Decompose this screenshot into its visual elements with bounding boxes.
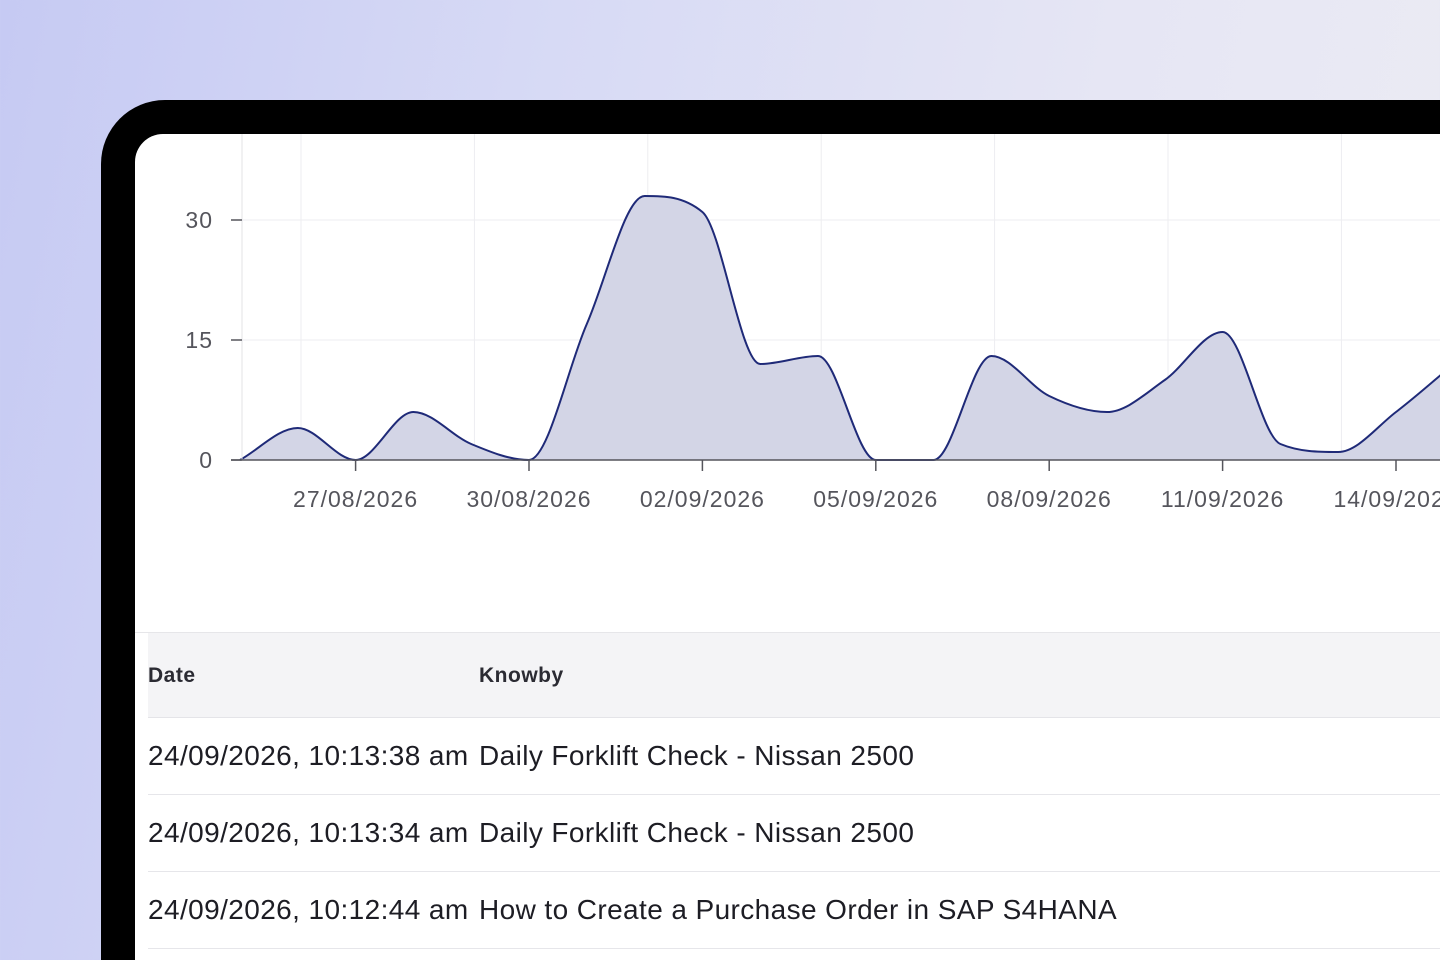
table-header: Date Knowby [148, 633, 1440, 718]
y-axis-ticks: 0 15 30 [185, 207, 242, 473]
row-knowby[interactable]: Daily Forklift Check - Nissan 2500 [479, 817, 914, 849]
row-knowby[interactable]: Daily Forklift Check - Nissan 2500 [479, 740, 914, 772]
app-screen: 0 15 30 27/08/2026 30/08/2026 02/09/2026 05/0… [135, 134, 1440, 960]
x-tick-label: 05/09/2026 [813, 486, 938, 512]
x-tick-label: 08/09/2026 [987, 486, 1112, 512]
table-row[interactable]: 24/09/2026, 10:13:38 am Daily Forklift C… [148, 718, 1440, 795]
chart-area-fill [240, 196, 1440, 460]
row-date: 24/09/2026, 10:12:44 am [148, 894, 469, 925]
y-tick-label: 30 [185, 207, 213, 233]
x-axis-ticks: 27/08/2026 30/08/2026 02/09/2026 05/09/2026… [293, 460, 1440, 512]
x-tick-label: 11/09/2026 [1161, 486, 1284, 512]
x-tick-label: 02/09/2026 [640, 486, 765, 512]
x-tick-label: 27/08/2026 [293, 486, 418, 512]
x-tick-label: 14/09/2026 [1333, 486, 1440, 512]
table-row[interactable]: 24/09/2026, 10:13:34 am Daily Forklift C… [148, 795, 1440, 872]
table-row[interactable]: 24/09/2026, 10:12:44 am How to Create a … [148, 872, 1440, 949]
activity-chart: 0 15 30 27/08/2026 30/08/2026 02/09/2026 05/0… [185, 134, 1440, 512]
row-knowby[interactable]: How to Create a Purchase Order in SAP S4… [479, 894, 1117, 926]
row-date: 24/09/2026, 10:13:38 am [148, 740, 469, 771]
x-tick-label: 30/08/2026 [466, 486, 591, 512]
column-header-date[interactable]: Date [148, 664, 196, 688]
events-table: Date Knowby 24/09/2026, 10:13:38 am Dail… [135, 632, 1440, 949]
y-tick-label: 0 [199, 447, 213, 473]
y-tick-label: 15 [185, 327, 213, 353]
row-date: 24/09/2026, 10:13:34 am [148, 817, 469, 848]
column-header-knowby[interactable]: Knowby [479, 664, 564, 688]
